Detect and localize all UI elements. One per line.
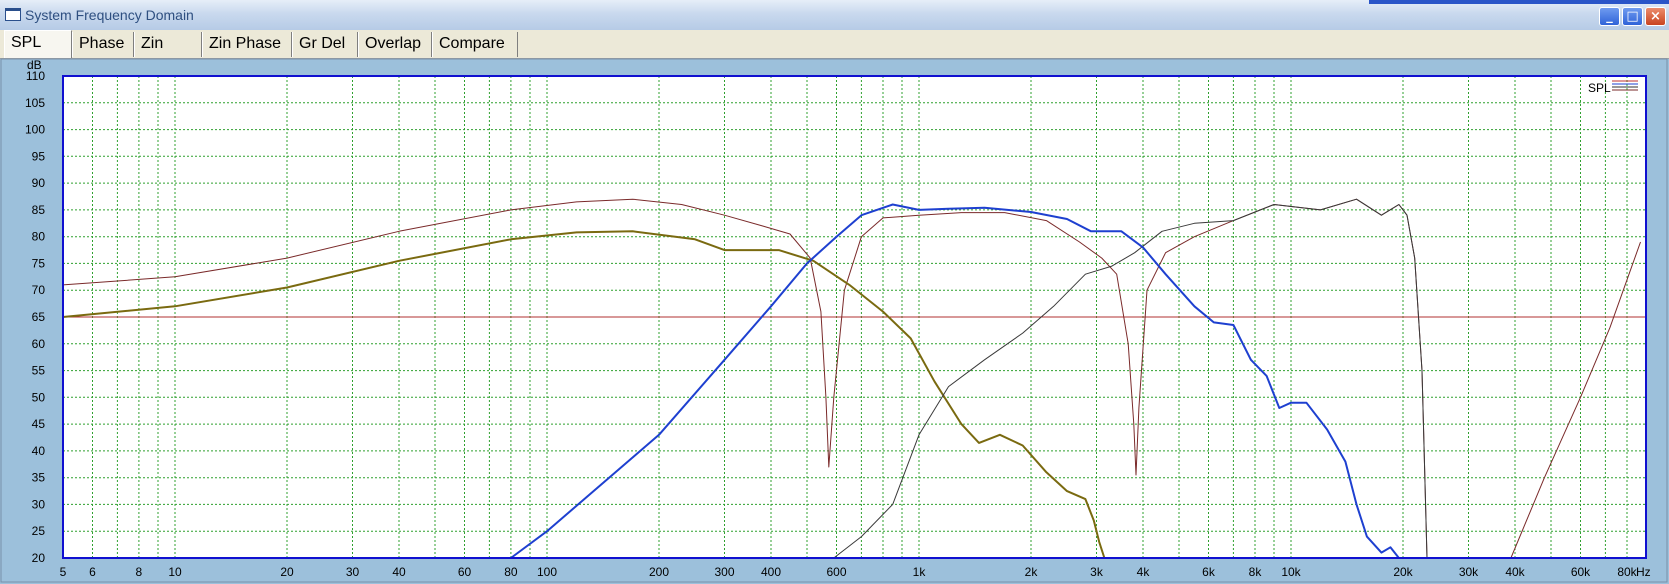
- maximize-icon: □: [1626, 9, 1639, 24]
- x-tick-label: 6: [89, 565, 96, 579]
- x-tick-label: 10: [168, 565, 182, 579]
- y-tick-labels: 2025303540455055606570758085909510010511…: [25, 69, 45, 565]
- tab-gr-del[interactable]: Gr Del: [292, 32, 358, 57]
- tab-bar: SPL Phase Zin Zin Phase Gr Del Overlap C…: [0, 30, 1669, 59]
- x-tick-labels: 5 6 8 10 20 30 40 60 80 100 200 300 400 600 1k 2k 3k 4k 6k…: [60, 565, 1638, 579]
- system-frequency-domain-window: System Frequency Domain _ □ × SPL Phase …: [0, 0, 1669, 584]
- y-tick-label: 95: [32, 149, 46, 163]
- x-tick-label: 40: [392, 565, 406, 579]
- x-tick-label: 400: [761, 565, 781, 579]
- x-axis-label: Hz: [1636, 565, 1651, 579]
- x-tick-label: 20k: [1393, 565, 1413, 579]
- spl-chart: 2025303540455055606570758085909510010511…: [0, 58, 1668, 583]
- x-tick-label: 30k: [1459, 565, 1479, 579]
- x-tick-label: 200: [649, 565, 669, 579]
- minimize-button[interactable]: _: [1599, 7, 1620, 26]
- window-app-icon: [5, 8, 21, 21]
- x-tick-label: 600: [826, 565, 846, 579]
- x-tick-label: 300: [714, 565, 734, 579]
- tab-overlap[interactable]: Overlap: [358, 32, 432, 57]
- y-tick-label: 55: [32, 364, 46, 378]
- x-tick-label: 4k: [1137, 565, 1151, 579]
- x-tick-label: 100: [537, 565, 557, 579]
- maximize-button[interactable]: □: [1622, 7, 1643, 26]
- tab-phase[interactable]: Phase: [72, 32, 134, 57]
- y-tick-label: 35: [32, 471, 46, 485]
- legend-label: SPL: [1588, 81, 1611, 95]
- y-tick-label: 25: [32, 524, 46, 538]
- x-tick-label: 60k: [1571, 565, 1591, 579]
- minimize-icon: _: [1606, 9, 1613, 24]
- x-tick-label: 40k: [1505, 565, 1525, 579]
- title-bar[interactable]: System Frequency Domain _ □ ×: [0, 0, 1669, 31]
- x-tick-label: 1k: [913, 565, 927, 579]
- close-icon: ×: [1650, 9, 1661, 24]
- y-tick-label: 65: [32, 310, 46, 324]
- x-tick-label: 8k: [1249, 565, 1263, 579]
- x-tick-label: 20: [280, 565, 294, 579]
- y-tick-label: 20: [32, 551, 46, 565]
- y-tick-label: 85: [32, 203, 46, 217]
- x-tick-label: 8: [136, 565, 143, 579]
- x-tick-label: 3k: [1090, 565, 1104, 579]
- y-axis-label: dB: [27, 58, 42, 72]
- x-tick-label: 30: [346, 565, 360, 579]
- x-tick-label: 10k: [1281, 565, 1301, 579]
- y-tick-label: 105: [25, 96, 45, 110]
- x-tick-label: 5: [60, 565, 67, 579]
- y-tick-label: 80: [32, 230, 46, 244]
- x-tick-label: 60: [458, 565, 472, 579]
- y-tick-label: 60: [32, 337, 46, 351]
- tab-zin[interactable]: Zin: [134, 32, 202, 57]
- tab-spl[interactable]: SPL: [4, 30, 72, 58]
- tab-compare[interactable]: Compare: [432, 32, 518, 57]
- x-tick-label: 80k: [1617, 565, 1637, 579]
- tab-zin-phase[interactable]: Zin Phase: [202, 32, 292, 57]
- window-title: System Frequency Domain: [25, 7, 194, 23]
- close-button[interactable]: ×: [1645, 7, 1666, 26]
- y-tick-label: 50: [32, 390, 46, 404]
- y-tick-label: 30: [32, 497, 46, 511]
- y-tick-label: 90: [32, 176, 46, 190]
- title-accent-strip: [1369, 0, 1669, 4]
- y-tick-label: 100: [25, 123, 45, 137]
- x-tick-label: 6k: [1202, 565, 1216, 579]
- y-tick-label: 75: [32, 256, 46, 270]
- y-tick-label: 45: [32, 417, 46, 431]
- y-tick-label: 70: [32, 283, 46, 297]
- x-tick-label: 2k: [1025, 565, 1039, 579]
- y-tick-label: 40: [32, 444, 46, 458]
- x-tick-label: 80: [504, 565, 518, 579]
